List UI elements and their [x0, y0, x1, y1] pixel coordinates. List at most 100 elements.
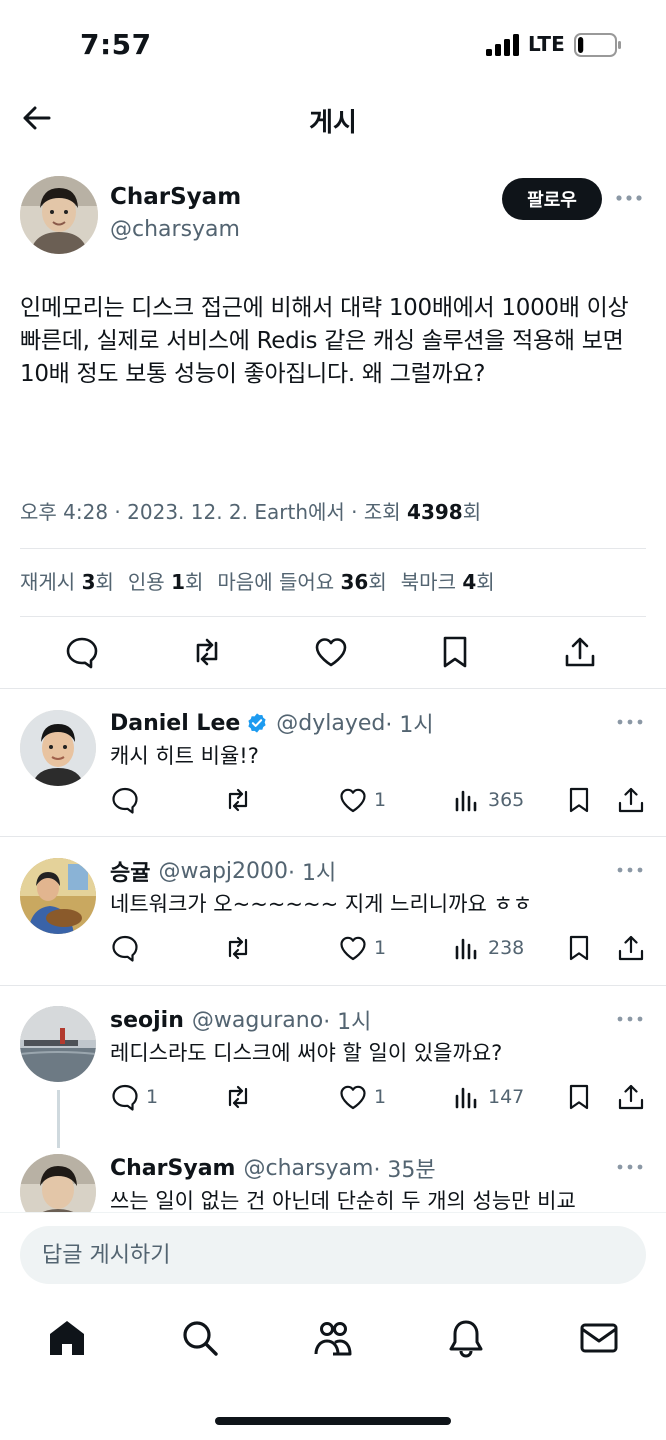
more-options-icon[interactable] — [616, 712, 644, 732]
reply-actions: 1 1 147 — [110, 1081, 646, 1115]
status-time: 7:57 — [80, 28, 152, 61]
more-options-icon[interactable] — [616, 1157, 644, 1177]
notifications-bell-icon[interactable] — [446, 1318, 486, 1358]
thread-connector — [57, 1090, 60, 1148]
reply-avatar[interactable] — [20, 858, 96, 934]
divider — [20, 548, 646, 549]
reply-bookmark-button[interactable] — [564, 932, 594, 964]
likes-stat[interactable]: 마음에 들어요 36회 — [217, 566, 386, 595]
reply-time: · 1시 — [385, 713, 434, 738]
bookmark-icon — [569, 935, 589, 961]
home-indicator — [215, 1417, 451, 1425]
views-chart-icon — [455, 938, 477, 960]
stat-suffix: 회 — [368, 570, 387, 594]
reply-avatar[interactable] — [20, 1006, 96, 1082]
reply-author-handle[interactable]: @dylayed — [276, 711, 385, 736]
reply-bookmark-button[interactable] — [564, 1081, 594, 1113]
reply-author-handle[interactable]: @wapj2000 — [158, 859, 288, 884]
reply-icon[interactable] — [64, 634, 100, 670]
more-options-icon[interactable] — [616, 1009, 644, 1029]
battery-icon — [574, 33, 621, 57]
reply-count: 1 — [146, 1086, 159, 1108]
share-icon[interactable] — [562, 634, 598, 670]
home-icon[interactable] — [47, 1318, 87, 1358]
page-title: 게시 — [309, 108, 357, 138]
reposts-stat[interactable]: 재게시 3회 — [20, 566, 114, 595]
reply-text: 레디스라도 디스크에 써야 할 일이 있을까요? — [110, 1041, 503, 1065]
reply-header: CharSyam @charsyam · 35분 — [110, 1152, 436, 1184]
reply-author-handle[interactable]: @charsyam — [243, 1156, 373, 1181]
search-icon[interactable] — [180, 1318, 220, 1358]
reply-like-button[interactable]: 1 — [338, 1081, 386, 1113]
reply-time: · 35분 — [373, 1158, 436, 1183]
reply-reply-button[interactable] — [110, 784, 146, 816]
reply-reply-button[interactable]: 1 — [110, 1081, 158, 1113]
stat-count: 4 — [462, 570, 477, 594]
communities-icon[interactable] — [313, 1318, 353, 1358]
reply-share-button[interactable] — [616, 932, 646, 964]
more-options-icon[interactable] — [614, 186, 644, 210]
reply-bookmark-button[interactable] — [564, 784, 594, 816]
reply-views-button[interactable]: 238 — [452, 932, 524, 964]
like-icon[interactable] — [313, 634, 349, 670]
reply-text: 쓰는 일이 없는 건 아닌데 단순히 두 개의 성능만 비교 — [110, 1189, 576, 1213]
more-options-icon[interactable] — [616, 860, 644, 880]
messages-envelope-icon[interactable] — [579, 1318, 619, 1358]
reply-repost-button[interactable] — [223, 1081, 253, 1113]
reply-header: Daniel Lee @dylayed · 1시 — [110, 707, 434, 739]
reply-icon — [112, 1084, 138, 1111]
reply-author-name[interactable]: 승귤 — [110, 855, 150, 887]
verified-badge-icon — [248, 713, 266, 733]
reply-views-button[interactable]: 365 — [452, 784, 524, 816]
like-count: 1 — [374, 1086, 387, 1108]
network-type: LTE — [528, 32, 565, 56]
repost-icon[interactable] — [189, 634, 225, 670]
reply-time: · 1시 — [323, 1010, 372, 1035]
view-count[interactable]: 4398 — [407, 500, 463, 524]
reply-input[interactable] — [20, 1226, 646, 1284]
reply-author-name[interactable]: Daniel Lee — [110, 711, 240, 736]
bookmark-icon — [569, 787, 589, 813]
reply-repost-button[interactable] — [223, 932, 253, 964]
author-name[interactable]: CharSyam — [110, 184, 241, 210]
share-icon — [618, 935, 644, 961]
reply-reply-button[interactable] — [110, 932, 146, 964]
reply-header: seojin @wagurano · 1시 — [110, 1004, 371, 1036]
view-count: 365 — [488, 789, 525, 811]
reply-avatar[interactable] — [20, 710, 96, 786]
repost-icon — [228, 788, 248, 812]
bookmarks-stat[interactable]: 북마크 4회 — [401, 566, 495, 595]
author-avatar[interactable] — [20, 176, 98, 254]
bottom-nav — [0, 1318, 666, 1364]
bookmark-icon[interactable] — [437, 634, 473, 670]
stat-count: 36 — [340, 570, 369, 594]
reply-views-button[interactable]: 147 — [452, 1081, 524, 1113]
stat-label: 마음에 들어요 — [217, 570, 341, 594]
follow-button[interactable]: 팔로우 — [502, 178, 602, 220]
repost-icon — [228, 936, 248, 960]
views-chart-icon — [455, 790, 477, 812]
stat-suffix: 회 — [476, 570, 495, 594]
repost-icon — [228, 1085, 248, 1109]
quotes-stat[interactable]: 인용 1회 — [128, 566, 204, 595]
like-count: 1 — [374, 789, 387, 811]
reply-repost-button[interactable] — [223, 784, 253, 816]
reply-icon — [112, 787, 138, 814]
reply-author-name[interactable]: seojin — [110, 1008, 184, 1033]
stat-label: 인용 — [127, 570, 172, 594]
reply-actions: 1 238 — [110, 932, 646, 966]
reply-like-button[interactable]: 1 — [338, 784, 386, 816]
post-actions — [0, 634, 666, 674]
divider — [0, 836, 666, 837]
reply-author-handle[interactable]: @wagurano — [192, 1008, 323, 1033]
like-count: 1 — [374, 937, 387, 959]
author-handle[interactable]: @charsyam — [110, 217, 240, 242]
view-suffix: 회 — [462, 500, 482, 524]
reply-author-name[interactable]: CharSyam — [110, 1156, 235, 1181]
reply-like-button[interactable]: 1 — [338, 932, 386, 964]
reply-share-button[interactable] — [616, 784, 646, 816]
reply-time: · 1시 — [288, 861, 337, 886]
share-icon — [618, 787, 644, 813]
stat-suffix: 회 — [184, 570, 204, 594]
reply-share-button[interactable] — [616, 1081, 646, 1113]
